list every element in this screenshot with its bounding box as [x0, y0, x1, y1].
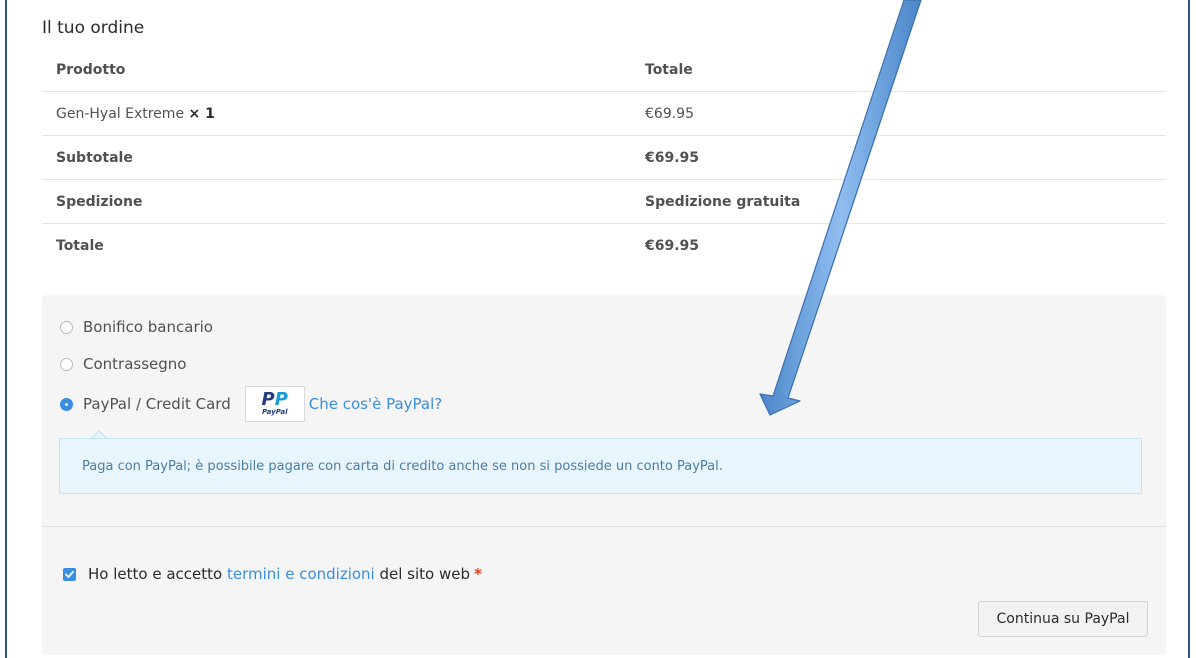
product-price: €69.95 [635, 91, 1166, 136]
paypal-logo-icon: PP PayPal [244, 386, 305, 422]
total-value: €69.95 [645, 237, 700, 254]
payment-method-label: PayPal / Credit Card [83, 395, 231, 413]
product-cell: Gen-Hyal Extreme × 1 [42, 91, 635, 136]
payment-method-label: Contrassegno [83, 355, 187, 373]
radio-button[interactable] [60, 320, 73, 334]
section-divider [42, 526, 1166, 527]
paypal-description-box: Paga con PayPal; è possibile pagare con … [59, 438, 1142, 494]
order-table: Prodotto Totale Gen-Hyal Extreme × 1 €69… [42, 48, 1166, 267]
table-row: Gen-Hyal Extreme × 1 €69.95 [42, 91, 1166, 136]
terms-link[interactable]: termini e condizioni [227, 565, 375, 583]
shipping-label: Spedizione [42, 179, 635, 224]
payment-section: Bonifico bancario Contrassegno PayPal / … [42, 295, 1166, 655]
subtotal-value: €69.95 [635, 135, 1166, 180]
product-column-header: Prodotto [42, 48, 635, 92]
shipping-row: Spedizione Spedizione gratuita [42, 179, 1166, 224]
product-quantity: × 1 [188, 105, 215, 122]
required-marker: * [474, 565, 482, 583]
total-label: Totale [56, 237, 104, 254]
continue-to-paypal-button[interactable]: Continua su PayPal [978, 601, 1148, 637]
terms-prefix: Ho letto e accetto [88, 565, 223, 583]
order-title: Il tuo ordine [42, 18, 145, 38]
radio-button-selected[interactable] [60, 397, 73, 411]
payment-method-paypal[interactable]: PayPal / Credit Card PP PayPal Che cos'è… [60, 386, 442, 422]
check-icon [65, 570, 74, 578]
payment-method-bank-transfer[interactable]: Bonifico bancario [60, 318, 213, 336]
shipping-value: Spedizione gratuita [635, 179, 1166, 224]
payment-method-label: Bonifico bancario [83, 318, 213, 336]
what-is-paypal-link[interactable]: Che cos'è PayPal? [309, 395, 442, 413]
subtotal-row: Subtotale €69.95 [42, 135, 1166, 180]
subtotal-label: Subtotale [42, 135, 635, 180]
terms-suffix: del sito web [379, 565, 471, 583]
total-column-header: Totale [635, 48, 1166, 92]
product-name: Gen-Hyal Extreme [56, 105, 185, 122]
terms-row: Ho letto e accetto termini e condizioni … [63, 565, 482, 583]
table-header-row: Prodotto Totale [42, 48, 1166, 92]
radio-button[interactable] [60, 357, 73, 371]
terms-checkbox[interactable] [63, 567, 76, 581]
total-row: Totale €69.95 [42, 224, 1166, 268]
paypal-description-text: Paga con PayPal; è possibile pagare con … [82, 458, 723, 474]
payment-method-cash-on-delivery[interactable]: Contrassegno [60, 355, 186, 373]
